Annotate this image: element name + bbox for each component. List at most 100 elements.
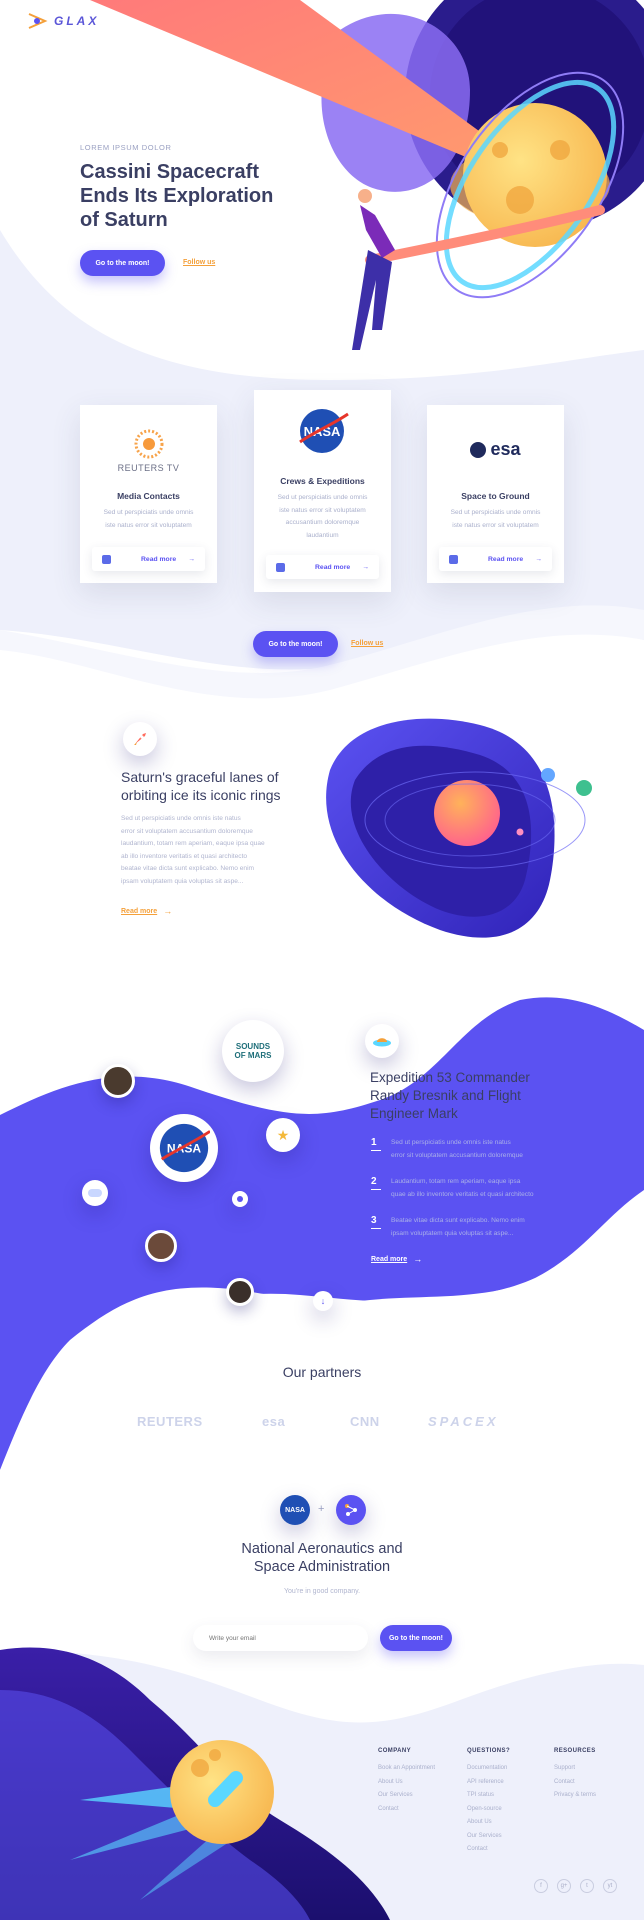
- footer-link[interactable]: About Us: [467, 1816, 510, 1830]
- item-number: 1: [371, 1137, 381, 1151]
- footer-links: Book an Appointment About Us Our Service…: [378, 1762, 435, 1816]
- saturn-read-more-link[interactable]: Read more →: [121, 906, 172, 916]
- item-text-line: error sit voluptatem accusantium dolorem…: [391, 1151, 523, 1159]
- dot-icon: [237, 1196, 243, 1202]
- footer-link[interactable]: Contact: [467, 1843, 510, 1857]
- footer-col-resources: RESOURCES Support Contact Privacy & term…: [554, 1748, 596, 1803]
- item-text-line: ipsam voluptatem quia voluptas sit aspe.…: [391, 1229, 514, 1237]
- card-desc: Sed ut perspiciatis unde omnis iste natu…: [103, 509, 194, 529]
- saturn-body-line: laudantium, totam rem aperiam, eaque ips…: [121, 840, 265, 847]
- youtube-icon[interactable]: yt: [603, 1879, 617, 1893]
- expedition-title-line: Randy Bresnik and Flight: [370, 1088, 521, 1103]
- footer-heading: QUESTIONS?: [467, 1748, 511, 1754]
- footer-heading: COMPANY: [378, 1748, 412, 1754]
- nasa-mini-text: NASA: [285, 1506, 305, 1514]
- list-item: 2 Laudantium, totam rem aperiam, eaque i…: [371, 1176, 591, 1201]
- item-number: 3: [371, 1215, 381, 1229]
- card-title: Media Contacts: [117, 491, 180, 501]
- arrow-right-icon: →: [188, 555, 195, 563]
- avatar[interactable]: [101, 1064, 135, 1098]
- footer-link[interactable]: TPI status: [467, 1789, 510, 1803]
- saturn-body-line: Sed ut perspiciatis unde omnis iste natu…: [121, 815, 241, 822]
- card-read-more-button[interactable]: Read more →: [266, 555, 379, 579]
- hero-eyebrow: LOREM IPSUM DOLOR: [80, 143, 172, 152]
- card-logo-text: REUTERS TV: [117, 463, 180, 473]
- mid-cta-button[interactable]: Go to the moon!: [253, 631, 338, 657]
- nasa-subtitle: You're in good company.: [283, 1588, 361, 1595]
- card-desc: Sed ut perspiciatis unde omnis iste natu…: [450, 509, 541, 529]
- partner-logo-reuters[interactable]: REUTERS: [137, 1414, 203, 1429]
- list-item: 3 Beatae vitae dicta sunt explicabo. Nem…: [371, 1215, 591, 1240]
- expedition-list: 1 Sed ut perspiciatis unde omnis iste na…: [371, 1137, 591, 1240]
- footer-link[interactable]: Contact: [378, 1803, 435, 1817]
- expedition-read-more-link[interactable]: Read more →: [371, 1254, 422, 1264]
- network-logo-icon: [336, 1495, 366, 1525]
- read-more-label: Read more: [141, 555, 177, 563]
- footer-link[interactable]: Support: [554, 1762, 596, 1776]
- item-text-line: Laudantium, totam rem aperiam, eaque ips…: [391, 1178, 521, 1185]
- nasa-title-line: Space Administration: [253, 1559, 391, 1575]
- hero-cta-button[interactable]: Go to the moon!: [80, 250, 165, 276]
- avatar[interactable]: [226, 1278, 254, 1306]
- arrow-right-icon: →: [413, 1254, 423, 1264]
- mid-follow-link[interactable]: Follow us: [351, 640, 383, 647]
- monitor-icon: [449, 554, 458, 564]
- saturn-body-line: beatae vitae dicta sunt explicabo. Nemo …: [121, 865, 255, 872]
- footer-link[interactable]: Privacy & terms: [554, 1789, 596, 1803]
- arrow-right-icon: →: [362, 563, 369, 571]
- card-desc: Sed ut perspiciatis unde omnis iste natu…: [277, 494, 368, 539]
- partner-logo-spacex[interactable]: SPACEX: [428, 1414, 499, 1429]
- card-logo-text: esa: [490, 439, 521, 459]
- plus-icon: +: [318, 1503, 325, 1515]
- partners-title: Our partners: [282, 1364, 362, 1380]
- email-input[interactable]: [193, 1625, 368, 1651]
- partner-logo-esa[interactable]: esa: [262, 1414, 285, 1429]
- hero-title-line: Cassini Spacecraft: [80, 161, 259, 183]
- star-badge-icon[interactable]: ★: [266, 1118, 300, 1152]
- badge-text: SOUNDS OF MARS: [234, 1042, 272, 1060]
- nasa-logo-icon: NASA: [159, 1123, 210, 1173]
- footer-link[interactable]: Open-source: [467, 1803, 510, 1817]
- card-read-more-button[interactable]: Read more →: [92, 547, 205, 571]
- footer-link[interactable]: About Us: [378, 1776, 435, 1790]
- card-read-more-button[interactable]: Read more →: [439, 547, 552, 571]
- nasa-badge[interactable]: NASA: [150, 1114, 218, 1182]
- google-plus-icon[interactable]: g+: [557, 1879, 571, 1893]
- card-title: Space to Ground: [461, 491, 530, 501]
- brand-mark-icon: [28, 13, 48, 29]
- saturn-title: Saturn's graceful lanes of orbiting ice …: [121, 768, 341, 804]
- footer-link[interactable]: API reference: [467, 1776, 510, 1790]
- cloud-icon: [88, 1189, 102, 1197]
- footer-col-company: COMPANY Book an Appointment About Us Our…: [378, 1748, 435, 1816]
- footer-link[interactable]: Our Services: [467, 1830, 510, 1844]
- facebook-icon[interactable]: f: [534, 1879, 548, 1893]
- card-crews-expeditions: NASA Crews & Expeditions Sed ut perspici…: [254, 390, 391, 592]
- arrow-right-icon: →: [535, 555, 542, 563]
- read-more-label: Read more: [488, 555, 524, 563]
- arrow-right-icon: →: [163, 906, 173, 916]
- partner-logo-cnn[interactable]: CNN: [350, 1414, 380, 1429]
- sounds-of-mars-badge[interactable]: SOUNDS OF MARS: [222, 1020, 284, 1082]
- read-more-label: Read more: [371, 1255, 408, 1263]
- saturn-body-line: ab illo inventore veritatis et quasi arc…: [121, 852, 248, 860]
- read-more-label: Read more: [315, 563, 351, 571]
- scroll-down-button[interactable]: ↓: [313, 1291, 333, 1311]
- list-item: 1 Sed ut perspiciatis unde omnis iste na…: [371, 1137, 591, 1162]
- newsletter-cta-button[interactable]: Go to the moon!: [380, 1625, 452, 1651]
- twitter-icon[interactable]: t: [580, 1879, 594, 1893]
- brand-logo[interactable]: GLAX: [26, 10, 99, 32]
- brand-wordmark: GLAX: [54, 14, 100, 28]
- nasa-title-line: National Aeronautics and: [241, 1541, 403, 1557]
- hero-follow-link[interactable]: Follow us: [183, 259, 215, 266]
- saturn-body: Sed ut perspiciatis unde omnis iste natu…: [121, 813, 331, 888]
- small-dot-icon: [232, 1191, 248, 1207]
- footer-link[interactable]: Our Services: [378, 1789, 435, 1803]
- saturn-title-line: orbiting ice its iconic rings: [121, 787, 281, 803]
- saturn-body-line: error sit voluptatem accusantium dolorem…: [121, 827, 253, 835]
- footer-link[interactable]: Book an Appointment: [378, 1762, 435, 1776]
- footer-link[interactable]: Contact: [554, 1776, 596, 1790]
- item-text: Sed ut perspiciatis unde omnis iste natu…: [391, 1137, 523, 1162]
- esa-logo-icon: [470, 441, 487, 458]
- avatar[interactable]: [145, 1230, 177, 1262]
- footer-link[interactable]: Documentation: [467, 1762, 510, 1776]
